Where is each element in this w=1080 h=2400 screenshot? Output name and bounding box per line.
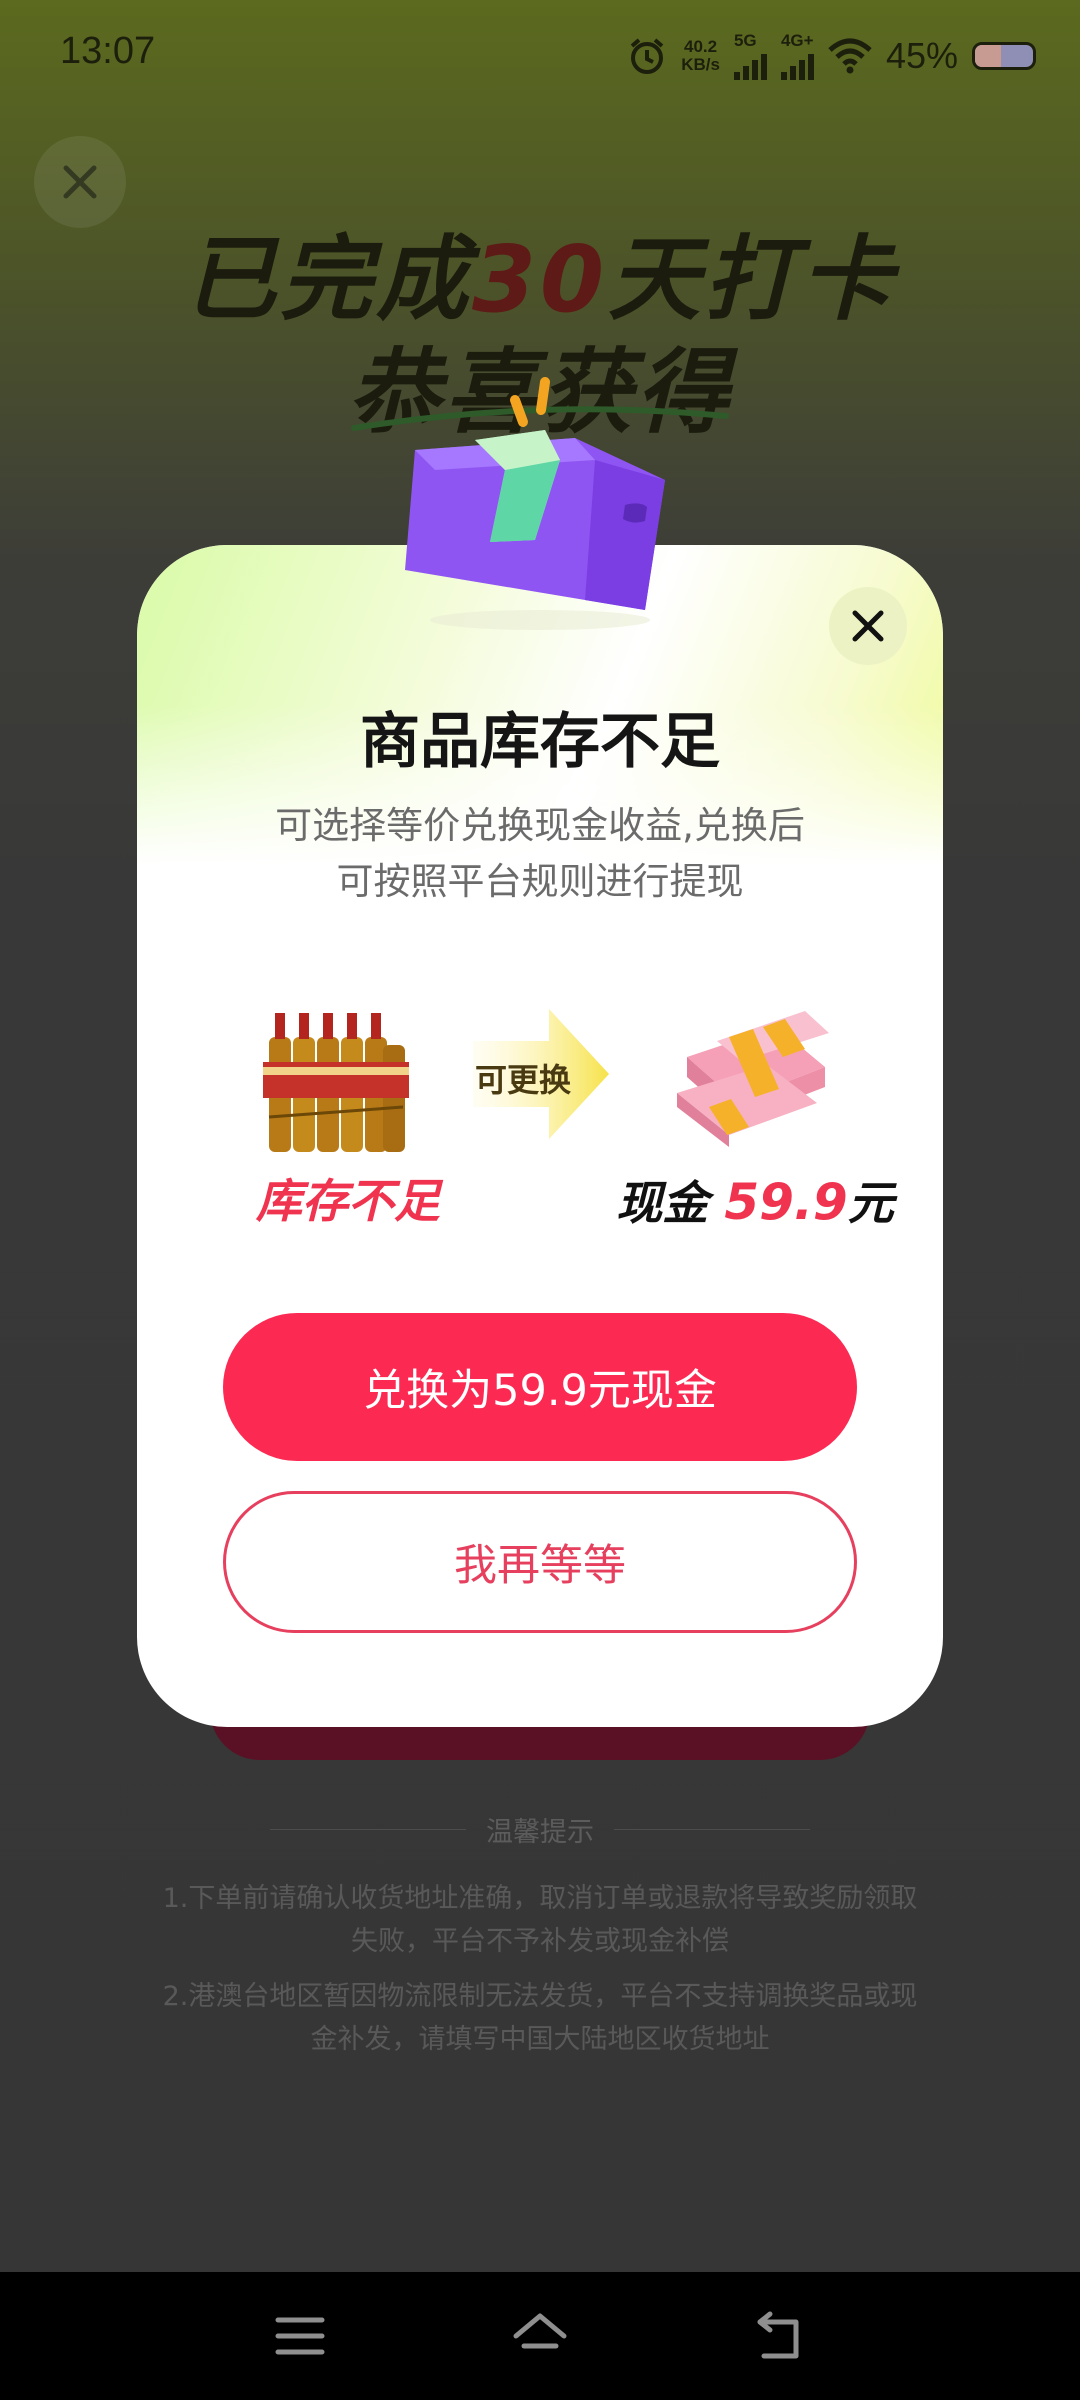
background-title-number: 30 [471, 226, 609, 333]
signal-bars-icon [780, 50, 814, 80]
home-icon[interactable] [510, 2306, 570, 2366]
cash-unit: 元 [847, 1176, 894, 1230]
net-speed-unit: KB/s [681, 55, 720, 74]
status-icons: 40.2 KB/s 5G 4G+ 45% [627, 26, 1036, 86]
wifi-icon [828, 38, 872, 74]
background-title-suffix: 天打卡 [608, 226, 897, 333]
battery-fill [975, 45, 1002, 67]
product-image [263, 1013, 409, 1152]
out-of-stock-label: 库存不足 [256, 1174, 440, 1228]
close-icon [852, 610, 884, 642]
menu-icon[interactable] [270, 2306, 330, 2366]
net-speed-value: 40.2 [684, 37, 718, 56]
battery-percent: 45% [885, 35, 958, 76]
network-label-1: 5G [733, 31, 757, 50]
net-speed: 40.2 KB/s [681, 38, 720, 74]
cash-amount: 59.9 [724, 1173, 848, 1231]
cash-value-label: 现金 59.9元 [605, 1167, 905, 1233]
signal-bars-icon [733, 50, 767, 80]
signal-5g: 5G [733, 31, 767, 80]
dialog-title: 商品库存不足 [360, 707, 720, 777]
back-icon[interactable] [750, 2306, 810, 2366]
alarm-icon [630, 38, 664, 74]
network-label-2: 4G+ [780, 31, 814, 50]
tips-heading: 温馨提示 [486, 1817, 594, 1848]
wait-button[interactable]: 我再等等 [223, 1491, 857, 1633]
tips-heading-row: 温馨提示 [270, 1810, 810, 1849]
dialog-description-line-2: 可按照平台规则进行提现 [336, 860, 744, 903]
navigation-bar [0, 2272, 1080, 2400]
arrow-label: 可更换 [475, 1061, 572, 1099]
cash-prefix: 现金 [616, 1176, 709, 1230]
battery-icon [972, 42, 1036, 70]
dialog-description-line-1: 可选择等价兑换现金收益,兑换后 [275, 804, 805, 847]
dialog-close-button[interactable] [829, 587, 907, 665]
signal-4g: 4G+ [780, 31, 814, 80]
background-title-prefix: 已完成 [183, 226, 472, 333]
close-icon [63, 165, 97, 199]
gift-box-icon [405, 377, 665, 630]
divider [614, 1829, 810, 1830]
status-time: 13:07 [60, 30, 156, 72]
cash-stack-image [677, 1011, 829, 1147]
divider [270, 1829, 466, 1830]
status-bar: 13:07 40.2 KB/s 5G 4G+ 45% [0, 0, 1080, 110]
stock-shortage-dialog: 商品库存不足 可选择等价兑换现金收益,兑换后 可按照平台规则进行提现 可更换 库… [137, 545, 943, 1727]
tip-item: 1.下单前请确认收货地址准确，取消订单或退款将导致奖励领取失败，平台不予补发或现… [162, 1883, 918, 1957]
tip-item: 2.港澳台地区暂因物流限制无法发货，平台不支持调换奖品或现金补发，请填写中国大陆… [162, 1981, 918, 2055]
exchange-cash-button[interactable]: 兑换为59.9元现金 [223, 1313, 857, 1461]
